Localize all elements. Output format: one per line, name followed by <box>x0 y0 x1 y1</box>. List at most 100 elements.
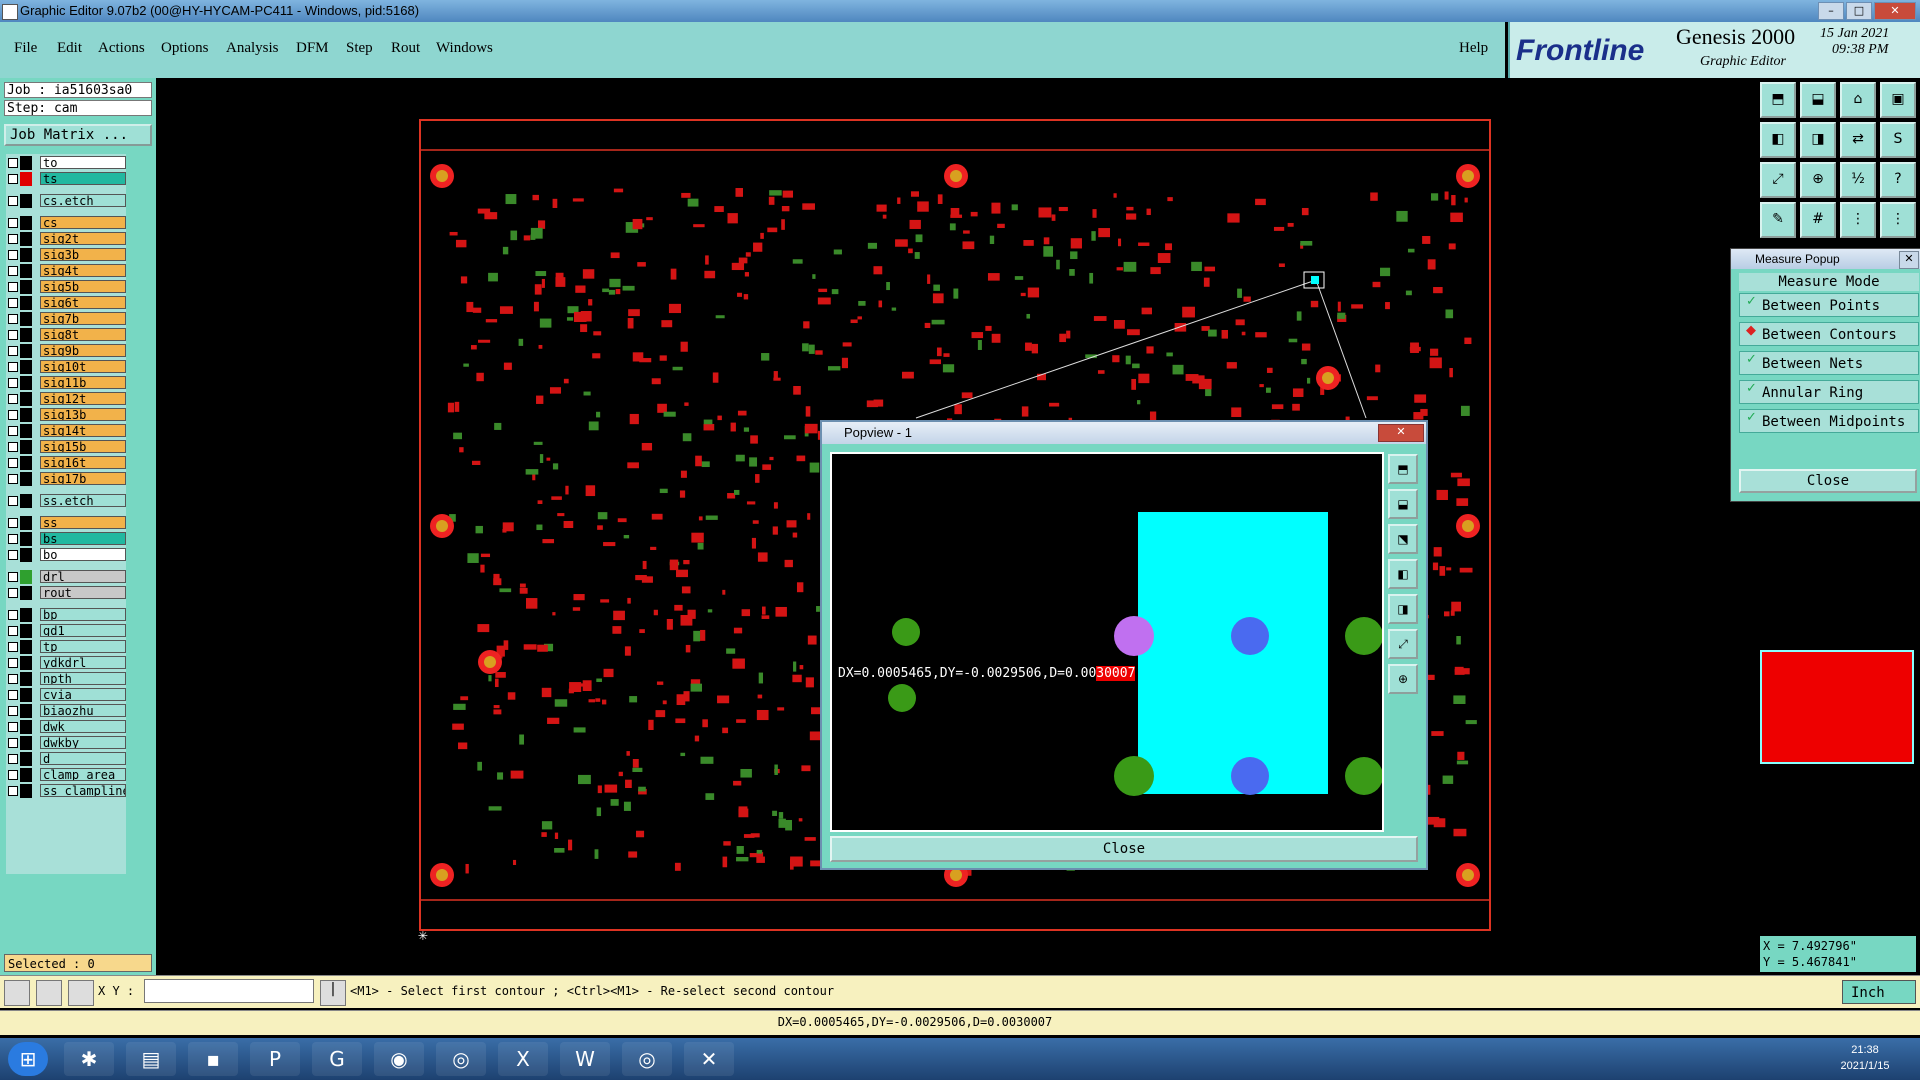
layer-color-swatch[interactable] <box>20 532 32 546</box>
layer-row[interactable]: sig2t <box>6 232 126 246</box>
pan-right-icon[interactable]: ◨ <box>1800 122 1836 158</box>
layer-color-swatch[interactable] <box>20 688 32 702</box>
layer-checkbox[interactable] <box>8 642 18 652</box>
layer-row[interactable]: gd1 <box>6 624 126 638</box>
layer-color-swatch[interactable] <box>20 280 32 294</box>
layer-row[interactable]: sig6t <box>6 296 126 310</box>
layer-checkbox[interactable] <box>8 690 18 700</box>
layer-panel-icon[interactable]: ⋮ <box>1840 202 1876 238</box>
layer-name[interactable]: sig12t <box>40 392 126 405</box>
layer-color-swatch[interactable] <box>20 296 32 310</box>
layer-name[interactable]: to <box>40 156 126 169</box>
pan-left-icon[interactable]: ◧ <box>1760 122 1796 158</box>
layer-row[interactable]: rout <box>6 586 126 600</box>
layer-checkbox[interactable] <box>8 410 18 420</box>
layer-checkbox[interactable] <box>8 282 18 292</box>
layer-name[interactable]: sig8t <box>40 328 126 341</box>
layer-color-swatch[interactable] <box>20 548 32 562</box>
layer-name[interactable]: ydkdrl <box>40 656 126 669</box>
layer-checkbox[interactable] <box>8 754 18 764</box>
layer-row[interactable]: bs <box>6 532 126 546</box>
layer-name[interactable]: sig16t <box>40 456 126 469</box>
layer-row[interactable]: to <box>6 156 126 170</box>
overview-window[interactable] <box>1760 650 1914 764</box>
mode-between-nets[interactable]: ✓ Between Nets <box>1739 351 1919 375</box>
layer-row[interactable]: sig8t <box>6 328 126 342</box>
units-selector[interactable]: Inch <box>1842 980 1916 1004</box>
layer-checkbox[interactable] <box>8 218 18 228</box>
layer-name[interactable]: ss.etch <box>40 494 126 507</box>
layer-color-swatch[interactable] <box>20 736 32 750</box>
menu-actions[interactable]: Actions <box>98 40 145 57</box>
zoom-down-icon[interactable]: ⬓ <box>1800 82 1836 118</box>
layer-name[interactable]: gd1 <box>40 624 126 637</box>
layer-row[interactable]: dwk <box>6 720 126 734</box>
layer-checkbox[interactable] <box>8 158 18 168</box>
layer-color-swatch[interactable] <box>20 360 32 374</box>
layer-row[interactable]: cvia <box>6 688 126 702</box>
popview-pan-right-icon[interactable]: ◨ <box>1388 594 1418 624</box>
layer-checkbox[interactable] <box>8 442 18 452</box>
job-matrix-button[interactable]: Job Matrix ... <box>4 124 152 146</box>
layer-name[interactable]: npth <box>40 672 126 685</box>
layer-color-swatch[interactable] <box>20 392 32 406</box>
layer-row[interactable]: cs.etch <box>6 194 126 208</box>
layer-row[interactable]: tp <box>6 640 126 654</box>
layer-row[interactable]: sig3b <box>6 248 126 262</box>
draw-arc-icon[interactable] <box>36 980 62 1006</box>
layer-checkbox[interactable] <box>8 786 18 796</box>
close-icon[interactable]: ✕ <box>1874 2 1916 20</box>
layer-color-swatch[interactable] <box>20 172 32 186</box>
layer-checkbox[interactable] <box>8 722 18 732</box>
layer-name[interactable]: tp <box>40 640 126 653</box>
layer-row[interactable]: sig16t <box>6 456 126 470</box>
popview-pan-left-icon[interactable]: ◧ <box>1388 559 1418 589</box>
layer-color-swatch[interactable] <box>20 752 32 766</box>
layer-name[interactable]: sig15b <box>40 440 126 453</box>
zoom-fit-icon[interactable]: ⤢ <box>1760 162 1796 198</box>
layer-color-swatch[interactable] <box>20 408 32 422</box>
layer-row[interactable]: bp <box>6 608 126 622</box>
layer-row[interactable]: clamp_area <box>6 768 126 782</box>
layer-color-swatch[interactable] <box>20 194 32 208</box>
layer-name[interactable]: dwk <box>40 720 126 733</box>
layer-checkbox[interactable] <box>8 588 18 598</box>
layer-toggle-icon[interactable]: ⋮ <box>1880 202 1916 238</box>
taskbar-save-icon[interactable]: ▪ <box>188 1042 238 1076</box>
layer-color-swatch[interactable] <box>20 312 32 326</box>
layer-row[interactable]: drl <box>6 570 126 584</box>
minimize-icon[interactable]: – <box>1818 2 1844 20</box>
menu-rout[interactable]: Rout <box>391 40 420 57</box>
layer-row[interactable]: ts <box>6 172 126 186</box>
home-icon[interactable]: ⌂ <box>1840 82 1876 118</box>
menu-options[interactable]: Options <box>161 40 209 57</box>
layer-name[interactable]: sig13b <box>40 408 126 421</box>
layer-checkbox[interactable] <box>8 314 18 324</box>
layer-row[interactable]: sig14t <box>6 424 126 438</box>
popview-close-button[interactable]: Close <box>830 836 1418 862</box>
taskbar-g-icon[interactable]: G <box>312 1042 362 1076</box>
layer-color-swatch[interactable] <box>20 424 32 438</box>
popview-zoom-fit-icon[interactable]: ⬒ <box>1388 454 1418 484</box>
layer-row[interactable]: sig7b <box>6 312 126 326</box>
layer-checkbox[interactable] <box>8 572 18 582</box>
menu-step[interactable]: Step <box>346 40 373 57</box>
layer-row[interactable]: sig4t <box>6 264 126 278</box>
menu-edit[interactable]: Edit <box>57 40 82 57</box>
layer-checkbox[interactable] <box>8 362 18 372</box>
zoom-home-icon[interactable]: ⬒ <box>1760 82 1796 118</box>
menu-file[interactable]: File <box>14 40 37 57</box>
layer-color-swatch[interactable] <box>20 656 32 670</box>
layer-color-swatch[interactable] <box>20 248 32 262</box>
layer-row[interactable]: sig12t <box>6 392 126 406</box>
layer-row[interactable]: sig15b <box>6 440 126 454</box>
taskbar-eye-icon[interactable]: ◎ <box>436 1042 486 1076</box>
taskbar-excel-icon[interactable]: X <box>498 1042 548 1076</box>
taskbar-app-icon[interactable]: ✱ <box>64 1042 114 1076</box>
layer-checkbox[interactable] <box>8 330 18 340</box>
layer-name[interactable]: drl <box>40 570 126 583</box>
layer-color-swatch[interactable] <box>20 768 32 782</box>
layer-color-swatch[interactable] <box>20 720 32 734</box>
layer-color-swatch[interactable] <box>20 328 32 342</box>
layer-color-swatch[interactable] <box>20 570 32 584</box>
